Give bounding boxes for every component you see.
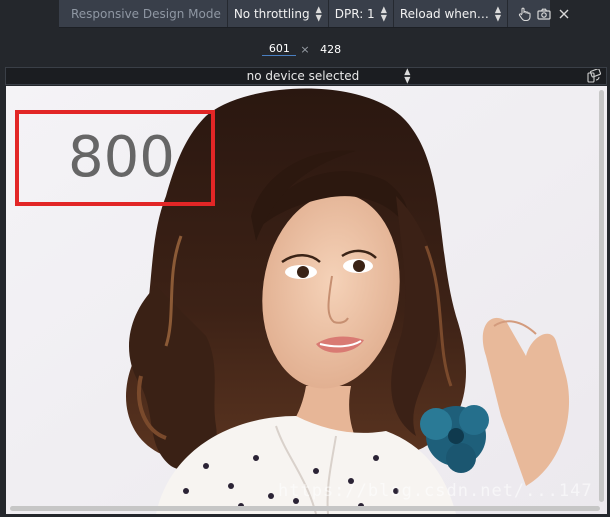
touch-icon[interactable] (516, 6, 532, 22)
viewport-dimensions: × (0, 40, 610, 58)
device-select[interactable]: no device selected ▲ ▼ (6, 66, 606, 85)
close-icon[interactable] (556, 6, 572, 22)
dpr-label: DPR: 1 (334, 6, 375, 21)
toolbar-title-segment: Responsive Design Mode (65, 0, 228, 27)
watermark-text: https://blog.csdn.net/...147 (278, 481, 593, 501)
value-callout-text: 800 (68, 125, 175, 190)
updown-icon: ▲ ▼ (404, 66, 411, 85)
page-viewport: 800 https://blog.csdn.net/...147 (6, 86, 607, 514)
viewport-width-input[interactable] (262, 42, 297, 56)
throttling-label: No throttling (233, 6, 310, 21)
throttling-select[interactable]: No throttling ▲ ▼ (228, 0, 329, 27)
reload-label: Reload when… (399, 6, 489, 21)
toolbar-title: Responsive Design Mode (71, 6, 221, 21)
responsive-design-mode: Responsive Design Mode No throttling ▲ ▼ … (0, 0, 610, 517)
updown-icon: ▲ ▼ (315, 3, 322, 23)
dpr-select[interactable]: DPR: 1 ▲ ▼ (329, 0, 394, 27)
dimension-separator: × (300, 42, 310, 56)
vertical-scrollbar[interactable] (599, 90, 604, 502)
rdm-toolbar: Responsive Design Mode No throttling ▲ ▼ … (59, 0, 569, 28)
device-bar: no device selected ▲ ▼ (5, 67, 607, 85)
camera-icon[interactable] (536, 6, 552, 22)
rotate-device-icon[interactable] (586, 69, 602, 83)
updown-icon: ▲ ▼ (380, 3, 387, 23)
reload-select[interactable]: Reload when… ▲ ▼ (394, 0, 509, 27)
device-select-label: no device selected (246, 69, 360, 83)
toolbar-actions (508, 0, 580, 27)
horizontal-scrollbar[interactable] (10, 506, 600, 511)
updown-icon: ▲ ▼ (494, 3, 502, 23)
viewport-height-input[interactable] (313, 42, 348, 56)
